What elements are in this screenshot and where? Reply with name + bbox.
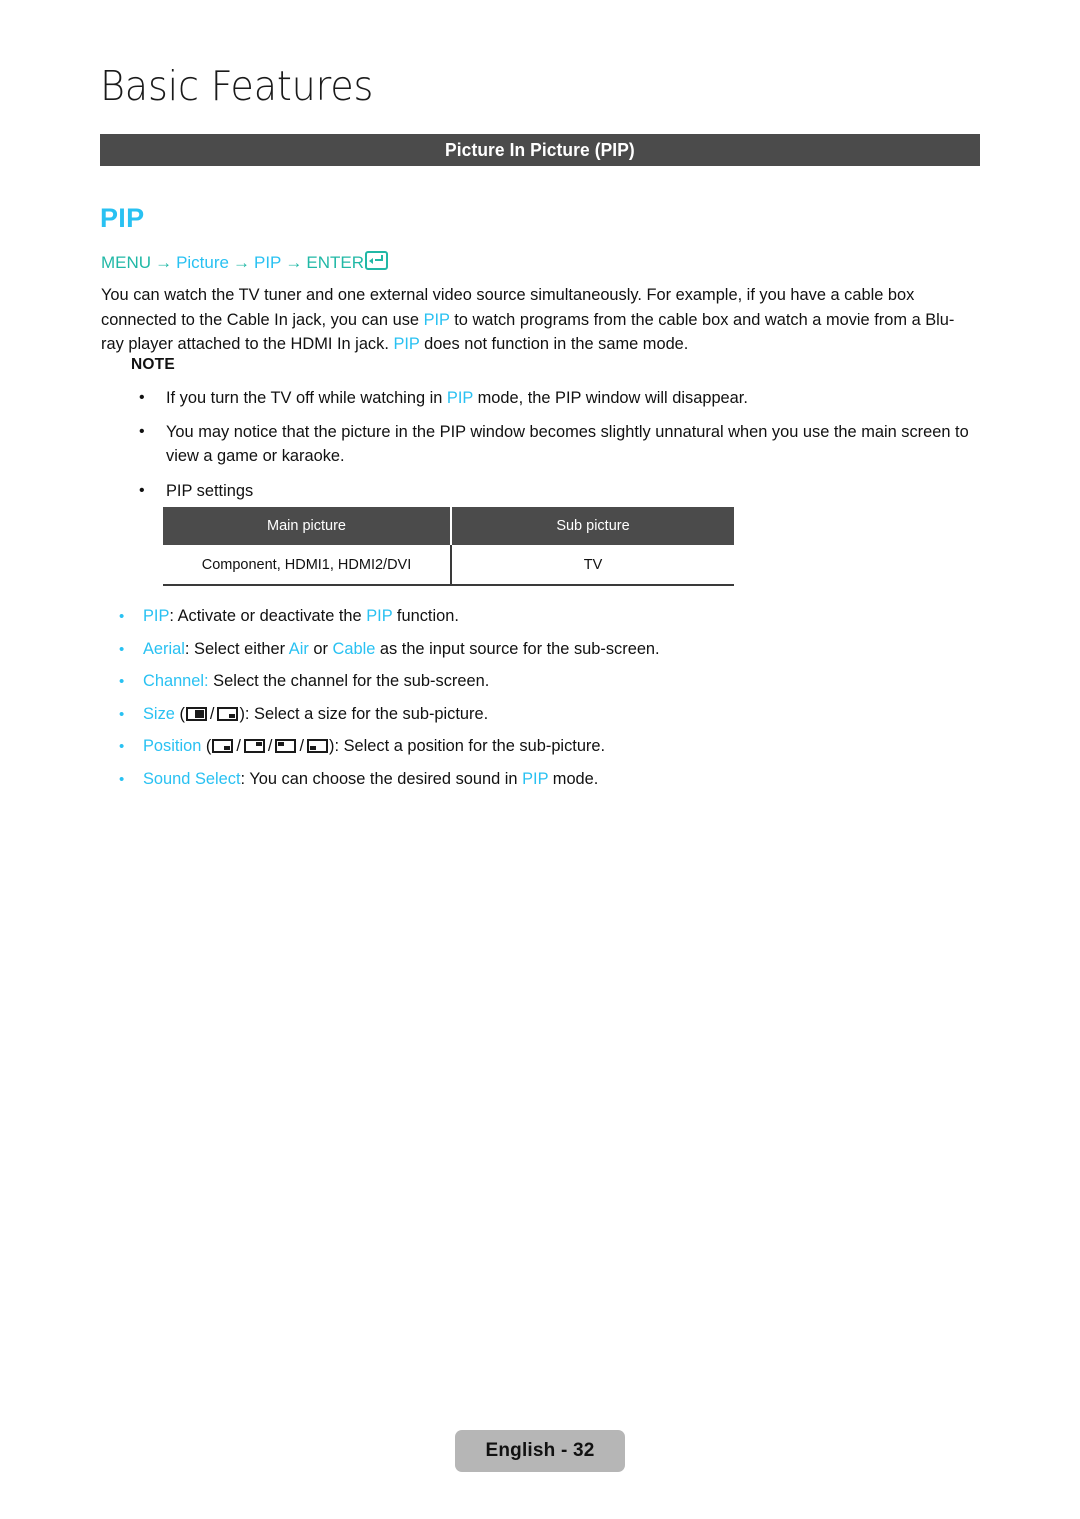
setting-aerial-sep: : Select either: [184, 639, 289, 658]
bullet-icon: •: [119, 705, 125, 723]
setting-aerial-mid: or: [308, 639, 333, 658]
bullet-icon: •: [139, 389, 145, 406]
note-item-text-1b: mode, the PIP window will disappear.: [473, 389, 748, 407]
pip-pos-bottom-right-icon: [212, 739, 234, 753]
menu-path-picture: Picture: [176, 253, 229, 272]
footer-page-badge: English - 32: [455, 1430, 625, 1472]
setting-aerial-highlight-air: Air: [288, 639, 309, 658]
setting-item-channel: • Channel: Select the channel for the su…: [111, 671, 971, 692]
setting-item-size: • Size ( / ): Select a size for the sub-pi…: [111, 704, 971, 725]
pip-settings-table: Main picture Sub picture Component, HDMI…: [163, 507, 734, 586]
setting-size-slash-1: /: [209, 704, 215, 723]
pip-size-large-icon: [185, 706, 207, 721]
menu-path-arrow-2: →: [232, 253, 250, 272]
setting-item-pip: • PIP: Activate or deactivate the PIP fu…: [111, 606, 971, 627]
setting-sound-select-tail: mode.: [548, 769, 599, 788]
setting-position-open: (: [201, 737, 212, 755]
menu-path: MENU → Picture → PIP → ENTER: [101, 251, 389, 272]
pip-size-small-icon: [217, 706, 239, 721]
note-item-text-3a: PIP settings: [166, 481, 254, 500]
footer-page-label: English - 32: [485, 1440, 595, 1461]
note-list-item: • If you turn the TV off while watching …: [131, 386, 969, 411]
note-list-item: • You may notice that the picture in the…: [131, 420, 969, 469]
setting-pip-tail: function.: [392, 607, 459, 625]
setting-position-slash-2: /: [267, 737, 273, 755]
note-item-text-1a: If you turn the TV off while watching in: [166, 389, 447, 407]
setting-item-sound-select: • Sound Select: You can choose the desir…: [111, 769, 971, 790]
section-banner: Picture In Picture (PIP): [100, 134, 980, 166]
menu-path-arrow-1: →: [155, 253, 173, 272]
bullet-icon: •: [139, 481, 145, 499]
section-banner-label: Picture In Picture (PIP): [445, 139, 635, 160]
setting-label-channel: Channel:: [143, 672, 209, 690]
setting-sound-select-sep: : You can choose the desired sound in: [240, 769, 523, 788]
setting-size-close: ): Select a size for the sub-picture.: [239, 704, 489, 723]
settings-list: • PIP: Activate or deactivate the PIP fu…: [111, 606, 971, 801]
feature-heading: PIP: [100, 203, 145, 233]
intro-highlight-pip-2: PIP: [393, 335, 420, 353]
enter-return-icon: [365, 251, 389, 270]
pip-pos-top-left-icon: [275, 739, 297, 753]
bullet-icon: •: [119, 738, 125, 755]
intro-text-part-3: does not function in the same mode.: [419, 335, 689, 353]
table-cell-main-sources: Component, HDMI1, HDMI2/DVI: [163, 545, 452, 586]
setting-pip-highlight: PIP: [366, 607, 393, 625]
setting-position-slash-1: /: [236, 737, 241, 755]
menu-path-enter: ENTER: [306, 253, 365, 272]
setting-position-slash-3: /: [299, 737, 305, 755]
menu-path-arrow-3: →: [285, 253, 303, 272]
table-header-row: Main picture Sub picture: [163, 507, 734, 545]
table-header-sub-picture: Sub picture: [451, 507, 734, 545]
setting-aerial-highlight-cable: Cable: [332, 639, 376, 658]
setting-aerial-tail: as the input source for the sub-screen.: [375, 639, 660, 658]
setting-size-open: (: [174, 704, 185, 723]
setting-label-size: Size: [143, 704, 175, 723]
menu-path-pip: PIP: [253, 253, 282, 272]
setting-channel-tail: Select the channel for the sub-screen.: [208, 672, 490, 690]
note-item-text-2a: You may notice that the picture in the P…: [166, 422, 969, 466]
bullet-icon: •: [139, 422, 145, 440]
note-list-item: • PIP settings: [131, 479, 969, 504]
setting-sound-select-highlight: PIP: [522, 769, 549, 788]
setting-item-aerial: • Aerial: Select either Air or Cable as …: [111, 639, 971, 660]
note-list: • If you turn the TV off while watching …: [131, 386, 969, 512]
table-row: Component, HDMI1, HDMI2/DVI TV: [163, 545, 734, 586]
setting-pip-sep: : Activate or deactivate the: [169, 607, 367, 625]
bullet-icon: •: [119, 640, 125, 658]
note-item-highlight-1: PIP: [446, 389, 474, 407]
pip-pos-top-right-icon: [243, 739, 265, 753]
bullet-icon: •: [119, 608, 125, 625]
setting-label-pip: PIP: [143, 607, 170, 625]
pip-pos-bottom-left-icon: [307, 739, 329, 753]
page-title: Basic Features: [100, 62, 374, 110]
intro-highlight-pip-1: PIP: [423, 310, 450, 329]
note-title: NOTE: [131, 356, 175, 373]
bullet-icon: •: [119, 770, 125, 788]
table-cell-sub-source: TV: [451, 545, 734, 586]
setting-label-sound-select: Sound Select: [143, 769, 241, 788]
setting-label-position: Position: [143, 737, 202, 755]
setting-position-close: ): Select a position for the sub-picture…: [329, 737, 606, 755]
menu-path-menu: MENU: [101, 253, 152, 272]
setting-item-position: • Position ( / / / ): Select a position for …: [111, 736, 971, 757]
setting-label-aerial: Aerial: [143, 639, 185, 658]
intro-paragraph: You can watch the TV tuner and one exter…: [101, 283, 969, 357]
table-header-main-picture: Main picture: [163, 507, 452, 545]
manual-page: Basic Features Picture In Picture (PIP) …: [0, 0, 1080, 1519]
bullet-icon: •: [119, 673, 125, 690]
